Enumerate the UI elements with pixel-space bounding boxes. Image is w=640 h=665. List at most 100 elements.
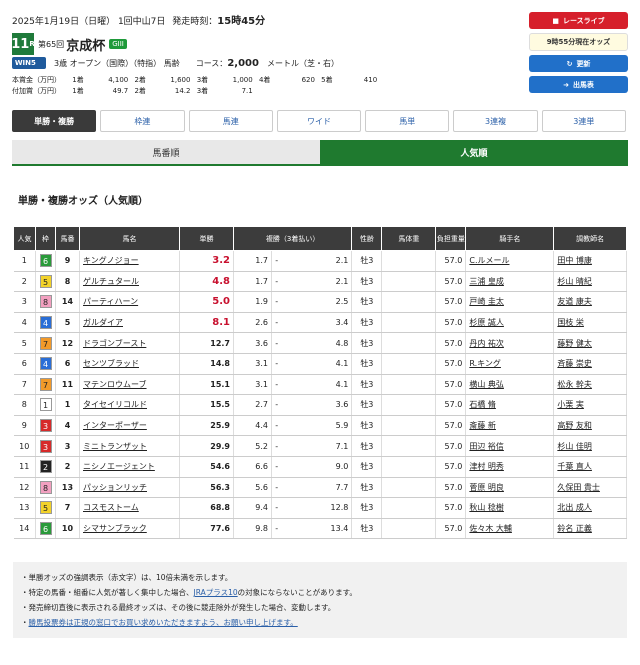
- trainer-link[interactable]: 北出 成人: [557, 503, 592, 512]
- burden-cell: 57.0: [435, 353, 467, 375]
- horse-name-link[interactable]: ガルダイア: [83, 318, 123, 327]
- horse-name-link[interactable]: コスモストーム: [83, 503, 139, 512]
- rank-cell: 1: [13, 250, 36, 272]
- jockey-link[interactable]: C.ルメール: [469, 256, 509, 265]
- weight-cell: [381, 374, 437, 396]
- rank-cell: 12: [13, 477, 36, 499]
- horse-name-link[interactable]: センツブラッド: [83, 359, 139, 368]
- weight-cell: [381, 353, 437, 375]
- tab-bracket-quinella[interactable]: 枠連: [100, 110, 185, 132]
- trainer-link[interactable]: 小栗 実: [557, 400, 584, 409]
- place-dash: -: [271, 312, 282, 334]
- waku-badge: 5: [39, 274, 52, 288]
- waku-badge: 4: [39, 316, 52, 330]
- jra-plus10-link[interactable]: JRAプラス10: [194, 588, 238, 597]
- race-date-line: 2025年1月19日（日曜） 1回中山7日 発走時刻：15時45分: [12, 12, 512, 27]
- official-window-link[interactable]: 勝馬投票券は正規の窓口でお買い求めいただきますよう、お願い申し上げます。: [29, 618, 298, 627]
- jockey-link[interactable]: 佐々木 大輔: [469, 524, 512, 533]
- horse-name-link[interactable]: パッションリッチ: [83, 483, 147, 492]
- jockey-link[interactable]: 横山 典弘: [469, 380, 504, 389]
- horse-name-link[interactable]: シマサンブラック: [83, 524, 147, 533]
- trainer-cell: 北出 成人: [553, 497, 627, 519]
- place-max-cell: 4.8: [281, 332, 353, 354]
- jockey-cell: 佐々木 大輔: [465, 518, 555, 540]
- trainer-link[interactable]: 鈴名 正義: [557, 524, 592, 533]
- place-dash: -: [271, 250, 282, 272]
- sex-age-cell: 牡3: [351, 353, 383, 375]
- jockey-link[interactable]: 田辺 裕信: [469, 442, 504, 451]
- tab-wide[interactable]: ワイド: [276, 110, 362, 132]
- weight-cell: [381, 435, 437, 457]
- horse-number-cell: 9: [55, 250, 80, 272]
- tab-quinella[interactable]: 馬連: [188, 110, 273, 132]
- table-row: 1 6 9 キングノジョー 3.2 1.7-2.1 牡3 57.0 C.ルメール 田中 博康: [13, 250, 627, 272]
- burden-cell: 57.0: [435, 518, 467, 540]
- rank-cell: 11: [13, 456, 36, 478]
- trainer-link[interactable]: 高野 友和: [557, 421, 592, 430]
- trainer-link[interactable]: 友道 康夫: [557, 297, 592, 306]
- jockey-link[interactable]: 斎藤 新: [469, 421, 496, 430]
- jockey-link[interactable]: 戸崎 圭太: [469, 297, 504, 306]
- start-label: 発走時刻：: [172, 17, 218, 27]
- horse-name-link[interactable]: タイセイリコルド: [83, 400, 147, 409]
- jockey-link[interactable]: R.キング: [469, 359, 501, 368]
- trainer-cell: 斉藤 崇史: [553, 353, 627, 375]
- sex-age-cell: 牡3: [351, 394, 383, 416]
- start-time: 15時45分: [217, 16, 266, 27]
- col-jockey: 騎手名: [465, 226, 555, 251]
- jockey-link[interactable]: 津村 明秀: [469, 462, 504, 471]
- horse-number-cell: 11: [55, 374, 80, 396]
- burden-cell: 57.0: [435, 497, 467, 519]
- trainer-link[interactable]: 藤野 健太: [557, 339, 592, 348]
- tab-win-place[interactable]: 単勝・複勝: [12, 110, 97, 132]
- trainer-link[interactable]: 国枝 栄: [557, 318, 584, 327]
- horse-name-link[interactable]: ドラゴンブースト: [83, 339, 146, 348]
- jockey-link[interactable]: 石橋 脩: [469, 400, 496, 409]
- jockey-cell: 津村 明秀: [465, 456, 555, 478]
- trainer-link[interactable]: 杉山 佳明: [557, 442, 592, 451]
- place-max-cell: 7.7: [281, 477, 353, 499]
- waku-cell: 8: [35, 291, 56, 313]
- trainer-link[interactable]: 松永 幹夫: [557, 380, 592, 389]
- trainer-link[interactable]: 斉藤 崇史: [557, 359, 592, 368]
- race-live-button[interactable]: ■ レースライブ: [529, 12, 628, 29]
- refresh-button[interactable]: ↻ 更新: [529, 55, 628, 72]
- trainer-link[interactable]: 久保田 貴士: [557, 483, 600, 492]
- horse-name-link[interactable]: インターポーザー: [83, 421, 147, 430]
- sex-age-cell: 牡3: [351, 435, 383, 457]
- table-row: 11 2 2 ニシノエージェント 54.6 6.6-9.0 牡3 57.0 津村 明秀 千葉 直人: [13, 456, 627, 478]
- race-name: 京成杯: [66, 38, 106, 54]
- jockey-link[interactable]: 杉原 誠人: [469, 318, 504, 327]
- jockey-link[interactable]: 秋山 稔樹: [469, 503, 504, 512]
- tab-exacta[interactable]: 馬単: [365, 110, 450, 132]
- tab-trio[interactable]: 3連複: [453, 110, 538, 132]
- horse-name-link[interactable]: キングノジョー: [83, 256, 139, 265]
- sort-by-popularity[interactable]: 人気順: [320, 140, 628, 164]
- horse-name-link[interactable]: ゲルチュタール: [83, 277, 139, 286]
- waku-cell: 1: [35, 394, 56, 416]
- horse-number-cell: 8: [55, 271, 80, 293]
- tab-trifecta[interactable]: 3連単: [541, 110, 626, 132]
- place-dash: -: [271, 374, 282, 396]
- jockey-link[interactable]: 丹内 祐次: [469, 339, 504, 348]
- trainer-link[interactable]: 田中 博康: [557, 256, 592, 265]
- table-row: 5 7 12 ドラゴンブースト 12.7 3.6-4.8 牡3 57.0 丹内 祐次 藤野 健太: [13, 332, 627, 354]
- place-dash: -: [271, 456, 282, 478]
- trainer-link[interactable]: 千葉 直人: [557, 462, 592, 471]
- win-odds-cell: 54.6: [179, 456, 234, 478]
- horse-name-link[interactable]: パーティハーン: [83, 297, 138, 306]
- refresh-icon: ↻: [566, 59, 573, 68]
- right-buttons: ■ レースライブ 9時55分現在オッズ ↻ 更新 ➜ 出馬表: [529, 12, 628, 97]
- odds-table: 人気 枠 馬番 馬名 単勝 複勝（3着払い） 性齢 馬体重 負担重量 騎手名 調…: [13, 226, 627, 540]
- prize-money: 本賞金（万円） 1着 4,100 2着 1,600 3着 1,000 4着 620 5着…: [12, 75, 512, 97]
- sort-by-number[interactable]: 馬番順: [12, 140, 320, 164]
- jockey-link[interactable]: 菅原 明良: [469, 483, 504, 492]
- horse-name-link[interactable]: マテンロウムーブ: [83, 380, 147, 389]
- jockey-link[interactable]: 三浦 皇成: [469, 277, 504, 286]
- trainer-link[interactable]: 杉山 晴紀: [557, 277, 592, 286]
- jockey-cell: R.キング: [465, 353, 555, 375]
- entries-button[interactable]: ➜ 出馬表: [529, 76, 628, 93]
- horse-name-link[interactable]: ニシノエージェント: [83, 462, 155, 471]
- rank-cell: 5: [13, 332, 36, 354]
- horse-name-link[interactable]: ミニトランザット: [83, 442, 147, 451]
